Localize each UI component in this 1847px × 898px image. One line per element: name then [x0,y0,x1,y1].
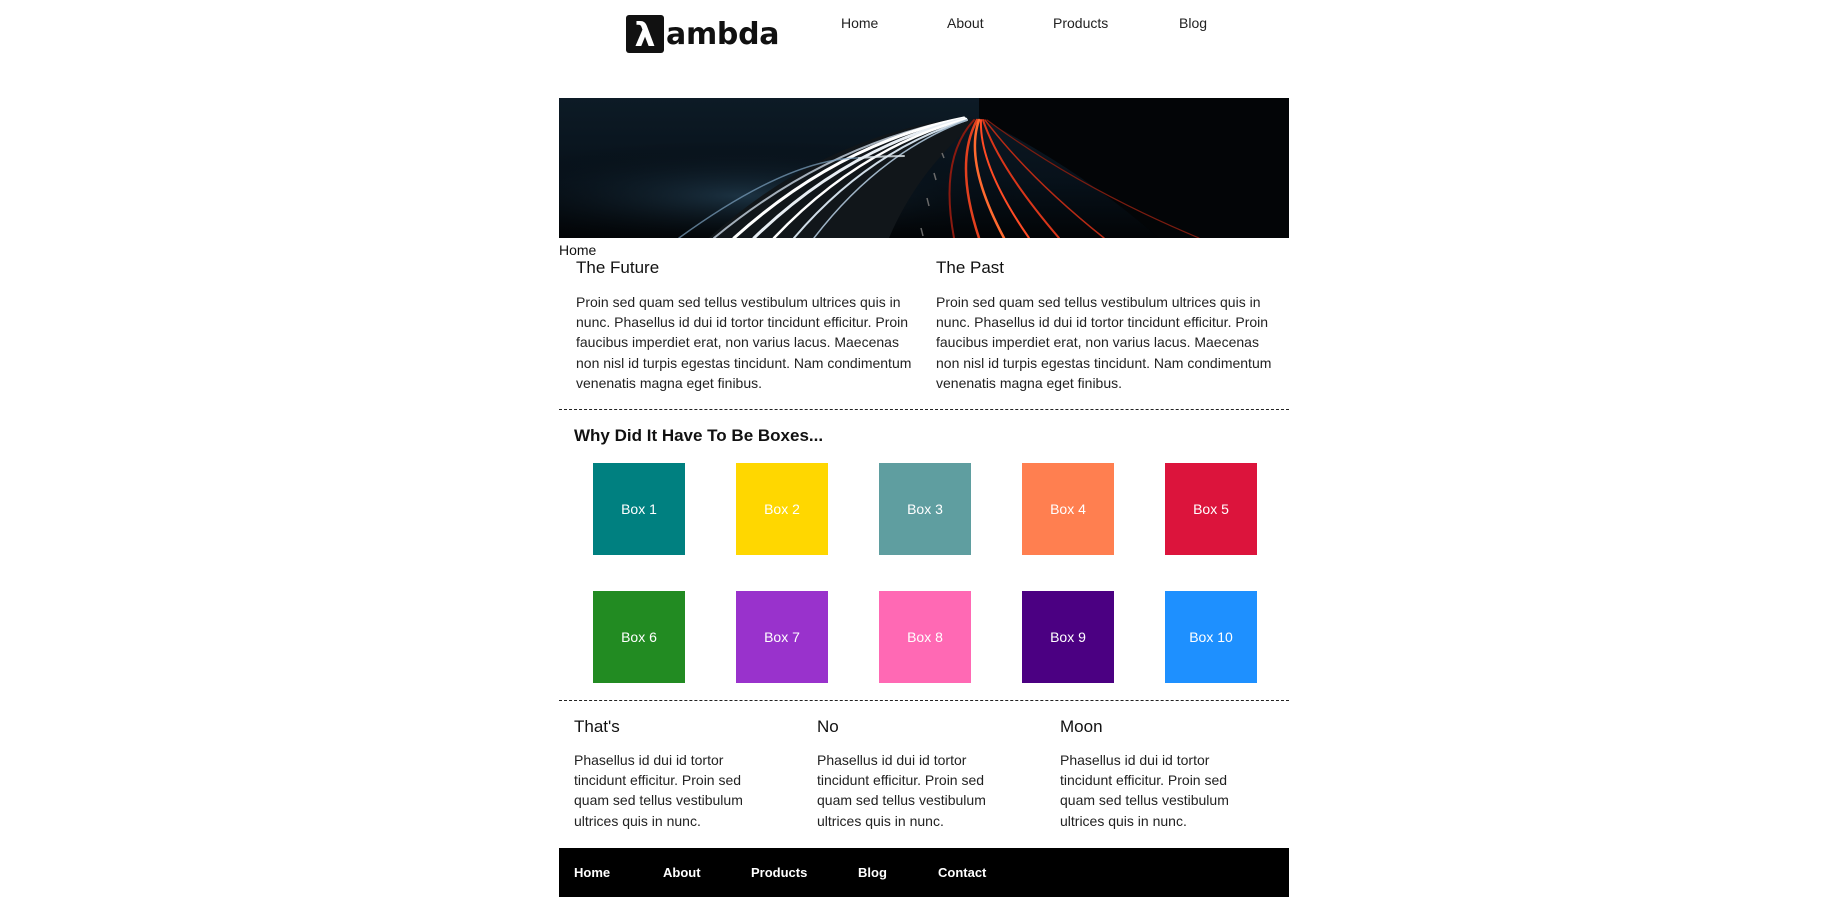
box-label: Box 7 [764,629,800,645]
hero-image [559,98,1289,238]
top-nav: Home About Products Blog [841,14,1207,32]
dashed-divider [559,409,1289,410]
box-label: Box 4 [1050,501,1086,517]
feature-column-thats: That's Phasellus id dui id tortor tincid… [574,717,764,831]
intro-column-future: The Future Proin sed quam sed tellus ves… [576,258,916,393]
intro-title: The Past [936,258,1005,277]
nav-link-blog[interactable]: Blog [1179,14,1207,32]
footer-link-products[interactable]: Products [751,865,858,880]
feature-title: That's [574,717,620,736]
feature-title: No [817,717,839,736]
logo-text: ambda [666,16,780,52]
nav-link-products[interactable]: Products [1053,14,1179,32]
color-box-3: Box 3 [879,463,971,555]
boxes-section-title: Why Did It Have To Be Boxes... [574,426,824,445]
dashed-divider [559,700,1289,701]
color-box-7: Box 7 [736,591,828,683]
intro-title: The Future [576,258,660,277]
color-box-10: Box 10 [1165,591,1257,683]
footer-link-blog[interactable]: Blog [858,865,938,880]
color-box-2: Box 2 [736,463,828,555]
feature-title: Moon [1060,717,1103,736]
feature-text: Phasellus id dui id tortor tincidunt eff… [1060,752,1229,829]
intro-column-past: The Past Proin sed quam sed tellus vesti… [936,258,1276,393]
nav-link-home[interactable]: Home [841,14,947,32]
box-label: Box 2 [764,501,800,517]
footer-link-contact[interactable]: Contact [938,865,986,880]
box-label: Box 9 [1050,629,1086,645]
site-header: λ ambda Home About Products Blog [559,0,1289,98]
feature-column-no: No Phasellus id dui id tortor tincidunt … [817,717,1007,831]
box-label: Box 10 [1189,629,1233,645]
page-container: λ ambda Home About Products Blog Home Th… [559,0,1289,897]
feature-column-moon: Moon Phasellus id dui id tortor tincidun… [1060,717,1250,831]
breadcrumb[interactable]: Home [559,242,596,258]
box-label: Box 6 [621,629,657,645]
color-box-1: Box 1 [593,463,685,555]
nav-link-about[interactable]: About [947,14,1053,32]
box-label: Box 3 [907,501,943,517]
color-box-4: Box 4 [1022,463,1114,555]
site-logo[interactable]: λ ambda [626,15,780,53]
color-box-9: Box 9 [1022,591,1114,683]
box-label: Box 8 [907,629,943,645]
box-label: Box 5 [1193,501,1229,517]
intro-text: Proin sed quam sed tellus vestibulum ult… [936,294,1272,391]
site-footer: Home About Products Blog Contact [559,848,1289,897]
box-label: Box 1 [621,501,657,517]
footer-link-home[interactable]: Home [574,865,663,880]
color-box-8: Box 8 [879,591,971,683]
footer-link-about[interactable]: About [663,865,751,880]
color-box-5: Box 5 [1165,463,1257,555]
intro-text: Proin sed quam sed tellus vestibulum ult… [576,294,912,391]
color-box-6: Box 6 [593,591,685,683]
feature-text: Phasellus id dui id tortor tincidunt eff… [817,752,986,829]
feature-text: Phasellus id dui id tortor tincidunt eff… [574,752,743,829]
lambda-logo-icon: λ [626,15,664,53]
